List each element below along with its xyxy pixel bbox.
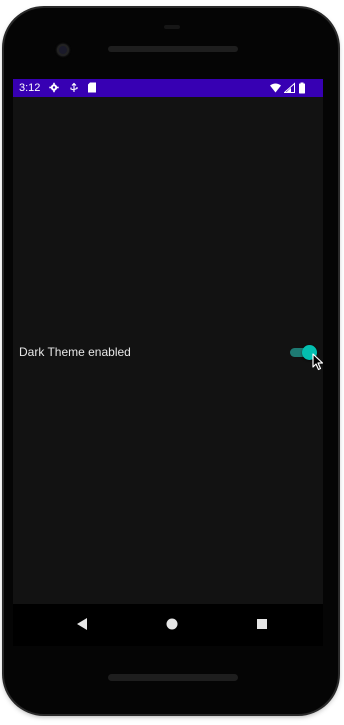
mouse-pointer-icon [312,353,323,371]
dark-theme-label: Dark Theme enabled [19,345,131,359]
back-icon[interactable] [72,614,92,634]
status-bar: 3:12 [13,79,323,97]
usb-debug-icon [70,82,78,92]
sd-card-icon [88,82,96,93]
wifi-icon [270,83,281,93]
app-screen: 3:12 Dark Theme enabled [13,79,323,604]
gear-icon [49,82,59,93]
navigation-bar [13,604,323,646]
status-time: 3:12 [19,82,41,94]
battery-icon [299,82,305,94]
dark-theme-setting-row: Dark Theme enabled [13,341,323,365]
home-icon[interactable] [162,614,182,634]
cell-signal-icon [284,82,295,93]
front-camera [57,44,69,56]
earpiece-dot [164,25,180,29]
bottom-speaker [108,674,238,681]
top-speaker [108,46,238,52]
overview-icon[interactable] [252,614,272,634]
